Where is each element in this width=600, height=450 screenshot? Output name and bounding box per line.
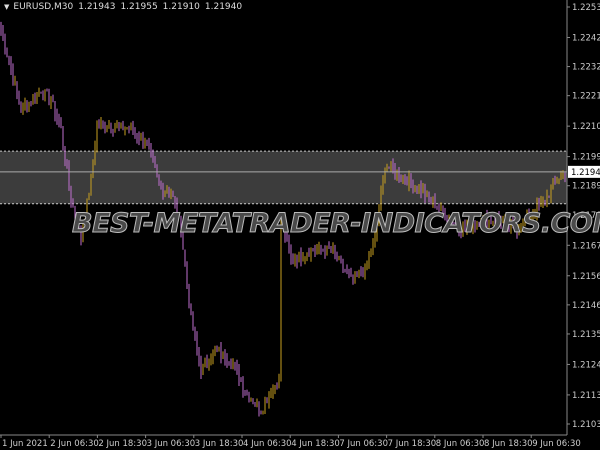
x-tick-label: 3 Jun 06:30 — [147, 439, 196, 449]
y-tick-label: 1.21460 — [572, 301, 600, 311]
y-tick-label: 1.21355 — [572, 330, 600, 340]
y-tick-label: 1.22425 — [572, 33, 600, 43]
x-tick-label: 7 Jun 06:30 — [339, 439, 388, 449]
y-tick-label: 1.22320 — [572, 63, 600, 73]
y-tick-label: 1.21675 — [572, 241, 600, 251]
x-tick-label: 1 Jun 2021 — [2, 439, 48, 449]
symbol-label: EURUSD,M30 — [13, 2, 74, 12]
x-tick-label: 4 Jun 06:30 — [243, 439, 292, 449]
high-value: 1.21955 — [120, 2, 158, 12]
y-tick-label: 1.22215 — [572, 92, 600, 102]
y-tick-label: 1.21135 — [572, 391, 600, 401]
x-tick-label: 3 Jun 18:30 — [195, 439, 244, 449]
watermark: BEST-METATRADER-INDICATORS.COM — [72, 208, 600, 240]
x-tick-label: 2 Jun 06:30 — [50, 439, 99, 449]
x-tick-label: 9 Jun 06:30 — [532, 439, 581, 449]
low-value: 1.21910 — [162, 2, 200, 12]
y-tick-label: 1.21565 — [572, 272, 600, 282]
y-tick-label: 1.21245 — [572, 360, 600, 370]
dropdown-triangle-icon[interactable]: ▼ — [4, 3, 9, 11]
x-tick-label: 8 Jun 06:30 — [436, 439, 485, 449]
y-tick-label: 1.21995 — [572, 153, 600, 163]
y-tick-label: 1.22105 — [572, 122, 600, 132]
current-price-label: 1.21940 — [571, 168, 600, 178]
supply-demand-zone — [0, 151, 567, 204]
y-tick-label: 1.21890 — [572, 182, 600, 192]
open-value: 1.21943 — [78, 2, 116, 12]
x-tick-label: 7 Jun 18:30 — [388, 439, 437, 449]
close-value: 1.21940 — [204, 2, 243, 12]
x-tick-label: 2 Jun 18:30 — [98, 439, 147, 449]
y-tick-label: 1.21030 — [572, 420, 600, 430]
x-tick-label: 4 Jun 18:30 — [291, 439, 340, 449]
chart-title: ▼ EURUSD,M30 1.21943 1.21955 1.21910 1.21940 — [4, 2, 247, 12]
x-tick-label: 8 Jun 18:30 — [484, 439, 533, 449]
chart-window[interactable]: ▼ EURUSD,M30 1.21943 1.21955 1.21910 1.21940 … — [0, 0, 600, 450]
y-tick-label: 1.22535 — [572, 3, 600, 13]
